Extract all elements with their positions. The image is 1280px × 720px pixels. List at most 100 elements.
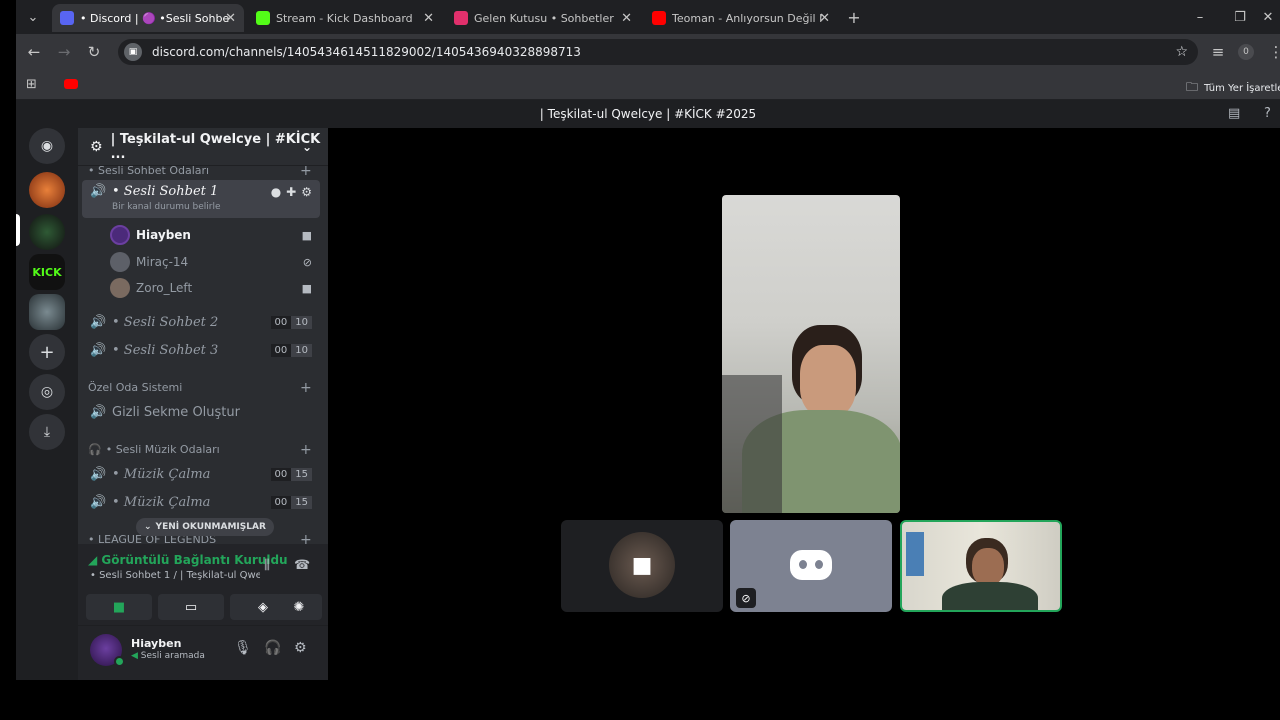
user-limit-badge: 00 15 [270, 495, 312, 509]
tab-label: Stream - Kick Dashboard [276, 11, 413, 25]
tab-search-button[interactable]: ⌄ [18, 0, 48, 34]
server-qwelcye-icon[interactable] [29, 214, 65, 250]
close-tab-icon[interactable]: ✕ [621, 11, 632, 26]
download-icon[interactable]: ⤓ [29, 414, 65, 450]
server-photo-icon[interactable] [29, 294, 65, 330]
video-tile-camera-off[interactable]: ■ [561, 520, 723, 612]
video-chair [722, 375, 782, 513]
add-channel-icon[interactable]: + [300, 380, 312, 396]
url-text: discord.com/channels/1405434614511829002… [152, 45, 581, 59]
speaker-icon: 🔊 [90, 342, 107, 358]
channel-sesli-sohbet-3[interactable]: 🔊 • Sesli Sohbet 3 00 10 [82, 337, 320, 363]
video-wall-poster [906, 532, 924, 576]
chat-bubble-icon[interactable]: ● [271, 185, 281, 199]
video-stage: ■ ⊘ [328, 128, 1280, 680]
camera-toggle-button[interactable]: ■ [86, 594, 152, 620]
invite-icon[interactable]: ✚ [286, 185, 296, 199]
media-control-icon[interactable]: ≡ [1208, 42, 1228, 62]
add-server-icon[interactable]: + [29, 334, 65, 370]
address-bar[interactable]: ▣ discord.com/channels/14054346145118290… [118, 39, 1198, 65]
tab-instagram[interactable]: Gelen Kutusu • Sohbetler ✕ [446, 4, 640, 32]
site-info-icon[interactable]: ▣ [124, 43, 142, 61]
connected-channel-link[interactable]: • Sesli Sohbet 1 / | Teşkilat-ul Qwelcye… [90, 570, 260, 581]
apps-grid-icon[interactable]: ⊞ [26, 77, 37, 92]
discord-title-bar: | Teşkilat-ul Qwelcye | #KİCK #2025 ▤ ? [16, 100, 1280, 128]
voice-user-hiayben[interactable]: Hiayben ■ [110, 223, 316, 247]
video-tile-discord-user[interactable]: ⊘ [730, 520, 892, 612]
online-status-dot [114, 656, 125, 667]
disconnect-icon[interactable]: ☎ [294, 558, 310, 573]
username[interactable]: Hiayben [131, 637, 181, 650]
browser-menu-icon[interactable]: ⋮ [1266, 42, 1280, 62]
channel-actions: ● ✚ ⚙ [271, 185, 312, 199]
window-title: | Teşkilat-ul Qwelcye | #KİCK #2025 [539, 107, 757, 121]
close-tab-icon[interactable]: ✕ [423, 11, 434, 26]
close-tab-icon[interactable]: ✕ [819, 11, 830, 26]
avatar [110, 278, 130, 298]
camera-icon: ■ [301, 228, 312, 242]
chevron-down-icon: ⌄ [144, 522, 152, 532]
left-edge [0, 0, 16, 720]
speaker-icon: 🔊 [90, 466, 107, 482]
add-channel-icon[interactable]: + [300, 442, 312, 458]
tab-youtube[interactable]: Teoman - Anlıyorsun Değil Mi ( ✕ [644, 4, 838, 32]
discord-favicon-icon [60, 11, 74, 25]
inbox-icon[interactable]: ▤ [1228, 100, 1240, 128]
user-limit-badge: 00 10 [270, 343, 312, 357]
new-tab-button[interactable]: + [842, 0, 866, 34]
signal-icon: ◢ [88, 553, 98, 567]
user-status: ◀ Sesli aramada [131, 651, 205, 661]
channel-sesli-sohbet-2[interactable]: 🔊 • Sesli Sohbet 2 00 10 [82, 309, 320, 335]
category-voice-rooms[interactable]: • Sesli Sohbet Odaları + [88, 163, 312, 179]
back-button[interactable]: ← [24, 42, 44, 62]
new-unreads-button[interactable]: ⌄ YENİ OKUNMAMIŞLAR [136, 518, 274, 536]
soundboard-button[interactable]: ✺ [276, 594, 322, 620]
browser-toolbar: ← → ↻ ▣ discord.com/channels/14054346145… [16, 34, 1280, 70]
channel-muzik-calma-2[interactable]: 🔊 • Müzik Çalma 00 15 [82, 489, 320, 515]
restore-button[interactable]: ❐ [1220, 0, 1260, 34]
channel-create-private[interactable]: 🔊 Gizli Sekme Oluştur [82, 399, 320, 425]
channel-muzik-calma-1[interactable]: 🔊 • Müzik Çalma 00 15 [82, 461, 320, 487]
youtube-bookmark-icon[interactable] [64, 79, 78, 89]
channel-sesli-sohbet-1[interactable]: 🔊 • Sesli Sohbet 1 Bir kanal durumu beli… [82, 180, 320, 218]
discord-home-icon[interactable]: ◉ [29, 128, 65, 164]
user-settings-gear-icon[interactable]: ⚙ [294, 640, 307, 656]
tab-discord[interactable]: • Discord | 🟣 •Sesli Sohbet ✕ [52, 4, 244, 32]
user-panel: Hiayben ◀ Sesli aramada 🎙 🎧 ⚙ [78, 626, 328, 680]
help-icon[interactable]: ? [1264, 100, 1271, 128]
speaker-icon: 🔊 [90, 314, 107, 330]
bookmarks-bar: ⊞ 🗀 Tüm Yer İşaretleri [16, 70, 1280, 100]
screen-share-button[interactable]: ▭ [158, 594, 224, 620]
bookmark-star-icon[interactable]: ☆ [1175, 44, 1188, 60]
reload-button[interactable]: ↻ [84, 42, 104, 62]
add-channel-icon[interactable]: + [300, 163, 312, 179]
category-music-rooms[interactable]: 🎧 • Sesli Müzik Odaları + [88, 442, 312, 458]
video-tile-speaking-user[interactable] [900, 520, 1062, 612]
discord-logo-icon [790, 550, 832, 580]
minimize-button[interactable]: – [1180, 0, 1220, 34]
category-private-rooms[interactable]: Özel Oda Sistemi + [88, 380, 312, 396]
main-video-tile[interactable] [722, 195, 900, 513]
channel-gear-icon[interactable]: ⚙ [301, 185, 312, 199]
voice-user-zoro[interactable]: Zoro_Left ■ [110, 276, 316, 300]
connection-status[interactable]: ◢ Görüntülü Bağlantı Kuruldu [88, 553, 288, 567]
forward-button[interactable]: → [54, 42, 74, 62]
microphone-icon[interactable]: 🎙 [234, 640, 252, 656]
channel-status-text[interactable]: Bir kanal durumu belirle [112, 202, 221, 212]
guild-header[interactable]: ⚙ | Teşkilat-ul Qwelcye | #KİCK ... ⌄ [78, 128, 328, 166]
close-window-button[interactable]: ✕ [1256, 0, 1280, 34]
headphones-icon[interactable]: 🎧 [264, 640, 281, 656]
headphones-icon: 🎧 [88, 443, 102, 456]
all-bookmarks-button[interactable]: 🗀 Tüm Yer İşaretleri [1186, 78, 1280, 99]
video-person-face [972, 548, 1004, 586]
tab-kick[interactable]: Stream - Kick Dashboard ✕ [248, 4, 442, 32]
extension-badge[interactable]: 0 [1236, 42, 1256, 62]
instagram-favicon-icon [454, 11, 468, 25]
avatar [110, 252, 130, 272]
server-fox-icon[interactable] [29, 172, 65, 208]
discover-compass-icon[interactable]: ◎ [29, 374, 65, 410]
noise-suppression-icon[interactable]: ⫼ [264, 558, 270, 573]
voice-user-mirac[interactable]: Miraç-14 ⊘ [110, 250, 316, 274]
server-kick-icon[interactable]: KICK [29, 254, 65, 290]
close-tab-icon[interactable]: ✕ [225, 11, 236, 26]
